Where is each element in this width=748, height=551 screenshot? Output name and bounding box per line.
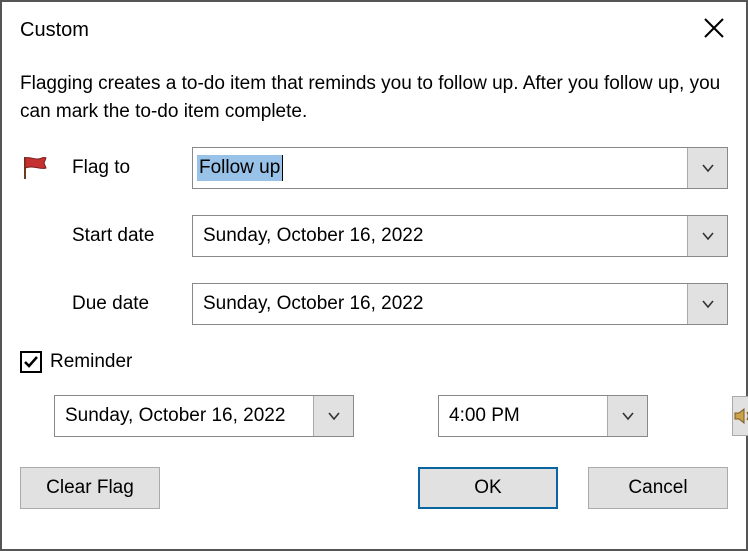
flag-to-dropdown-button[interactable] [687,148,727,188]
chevron-down-icon [621,411,635,421]
close-button[interactable] [700,14,728,42]
due-date-dropdown-button[interactable] [687,284,727,324]
flag-to-combo[interactable]: Follow up [192,147,728,189]
flag-icon [20,155,50,181]
reminder-label: Reminder [50,351,132,373]
due-date-label: Due date [72,293,192,315]
close-icon [703,17,725,39]
chevron-down-icon [327,411,341,421]
chevron-down-icon [701,299,715,309]
right-buttons: OK Cancel [418,467,728,509]
dialog-title: Custom [20,19,89,42]
button-row: Clear Flag OK Cancel [20,467,728,509]
check-icon [23,355,39,369]
due-date-row: Due date Sunday, October 16, 2022 [20,283,728,325]
start-date-combo[interactable]: Sunday, October 16, 2022 [192,215,728,257]
flag-to-label: Flag to [72,157,192,179]
reminder-time-value: 4:00 PM [439,396,607,436]
flag-to-input[interactable]: Follow up [193,148,687,188]
start-date-row: Start date Sunday, October 16, 2022 [20,215,728,257]
flag-to-row: Flag to Follow up [20,147,728,189]
start-date-value: Sunday, October 16, 2022 [193,216,687,256]
reminder-time-combo[interactable]: 4:00 PM [438,395,648,437]
start-date-label: Start date [72,225,192,247]
titlebar: Custom [2,2,746,54]
flag-icon-cell [20,155,72,181]
reminder-date-dropdown-button[interactable] [313,396,353,436]
ok-button[interactable]: OK [418,467,558,509]
sound-icon [733,406,748,426]
cancel-button[interactable]: Cancel [588,467,728,509]
dialog-content: Flagging creates a to-do item that remin… [2,54,746,509]
flag-to-value: Follow up [197,155,283,182]
reminder-time-dropdown-button[interactable] [607,396,647,436]
reminder-checkbox-row: Reminder [20,351,728,373]
due-date-combo[interactable]: Sunday, October 16, 2022 [192,283,728,325]
reminder-checkbox[interactable] [20,351,42,373]
due-date-value: Sunday, October 16, 2022 [193,284,687,324]
reminder-date-combo[interactable]: Sunday, October 16, 2022 [54,395,354,437]
chevron-down-icon [701,163,715,173]
chevron-down-icon [701,231,715,241]
clear-flag-button[interactable]: Clear Flag [20,467,160,509]
start-date-dropdown-button[interactable] [687,216,727,256]
description-text: Flagging creates a to-do item that remin… [20,70,728,125]
reminder-detail-row: Sunday, October 16, 2022 4:00 PM [20,395,728,437]
reminder-date-value: Sunday, October 16, 2022 [55,396,313,436]
reminder-sound-button[interactable] [732,396,748,436]
